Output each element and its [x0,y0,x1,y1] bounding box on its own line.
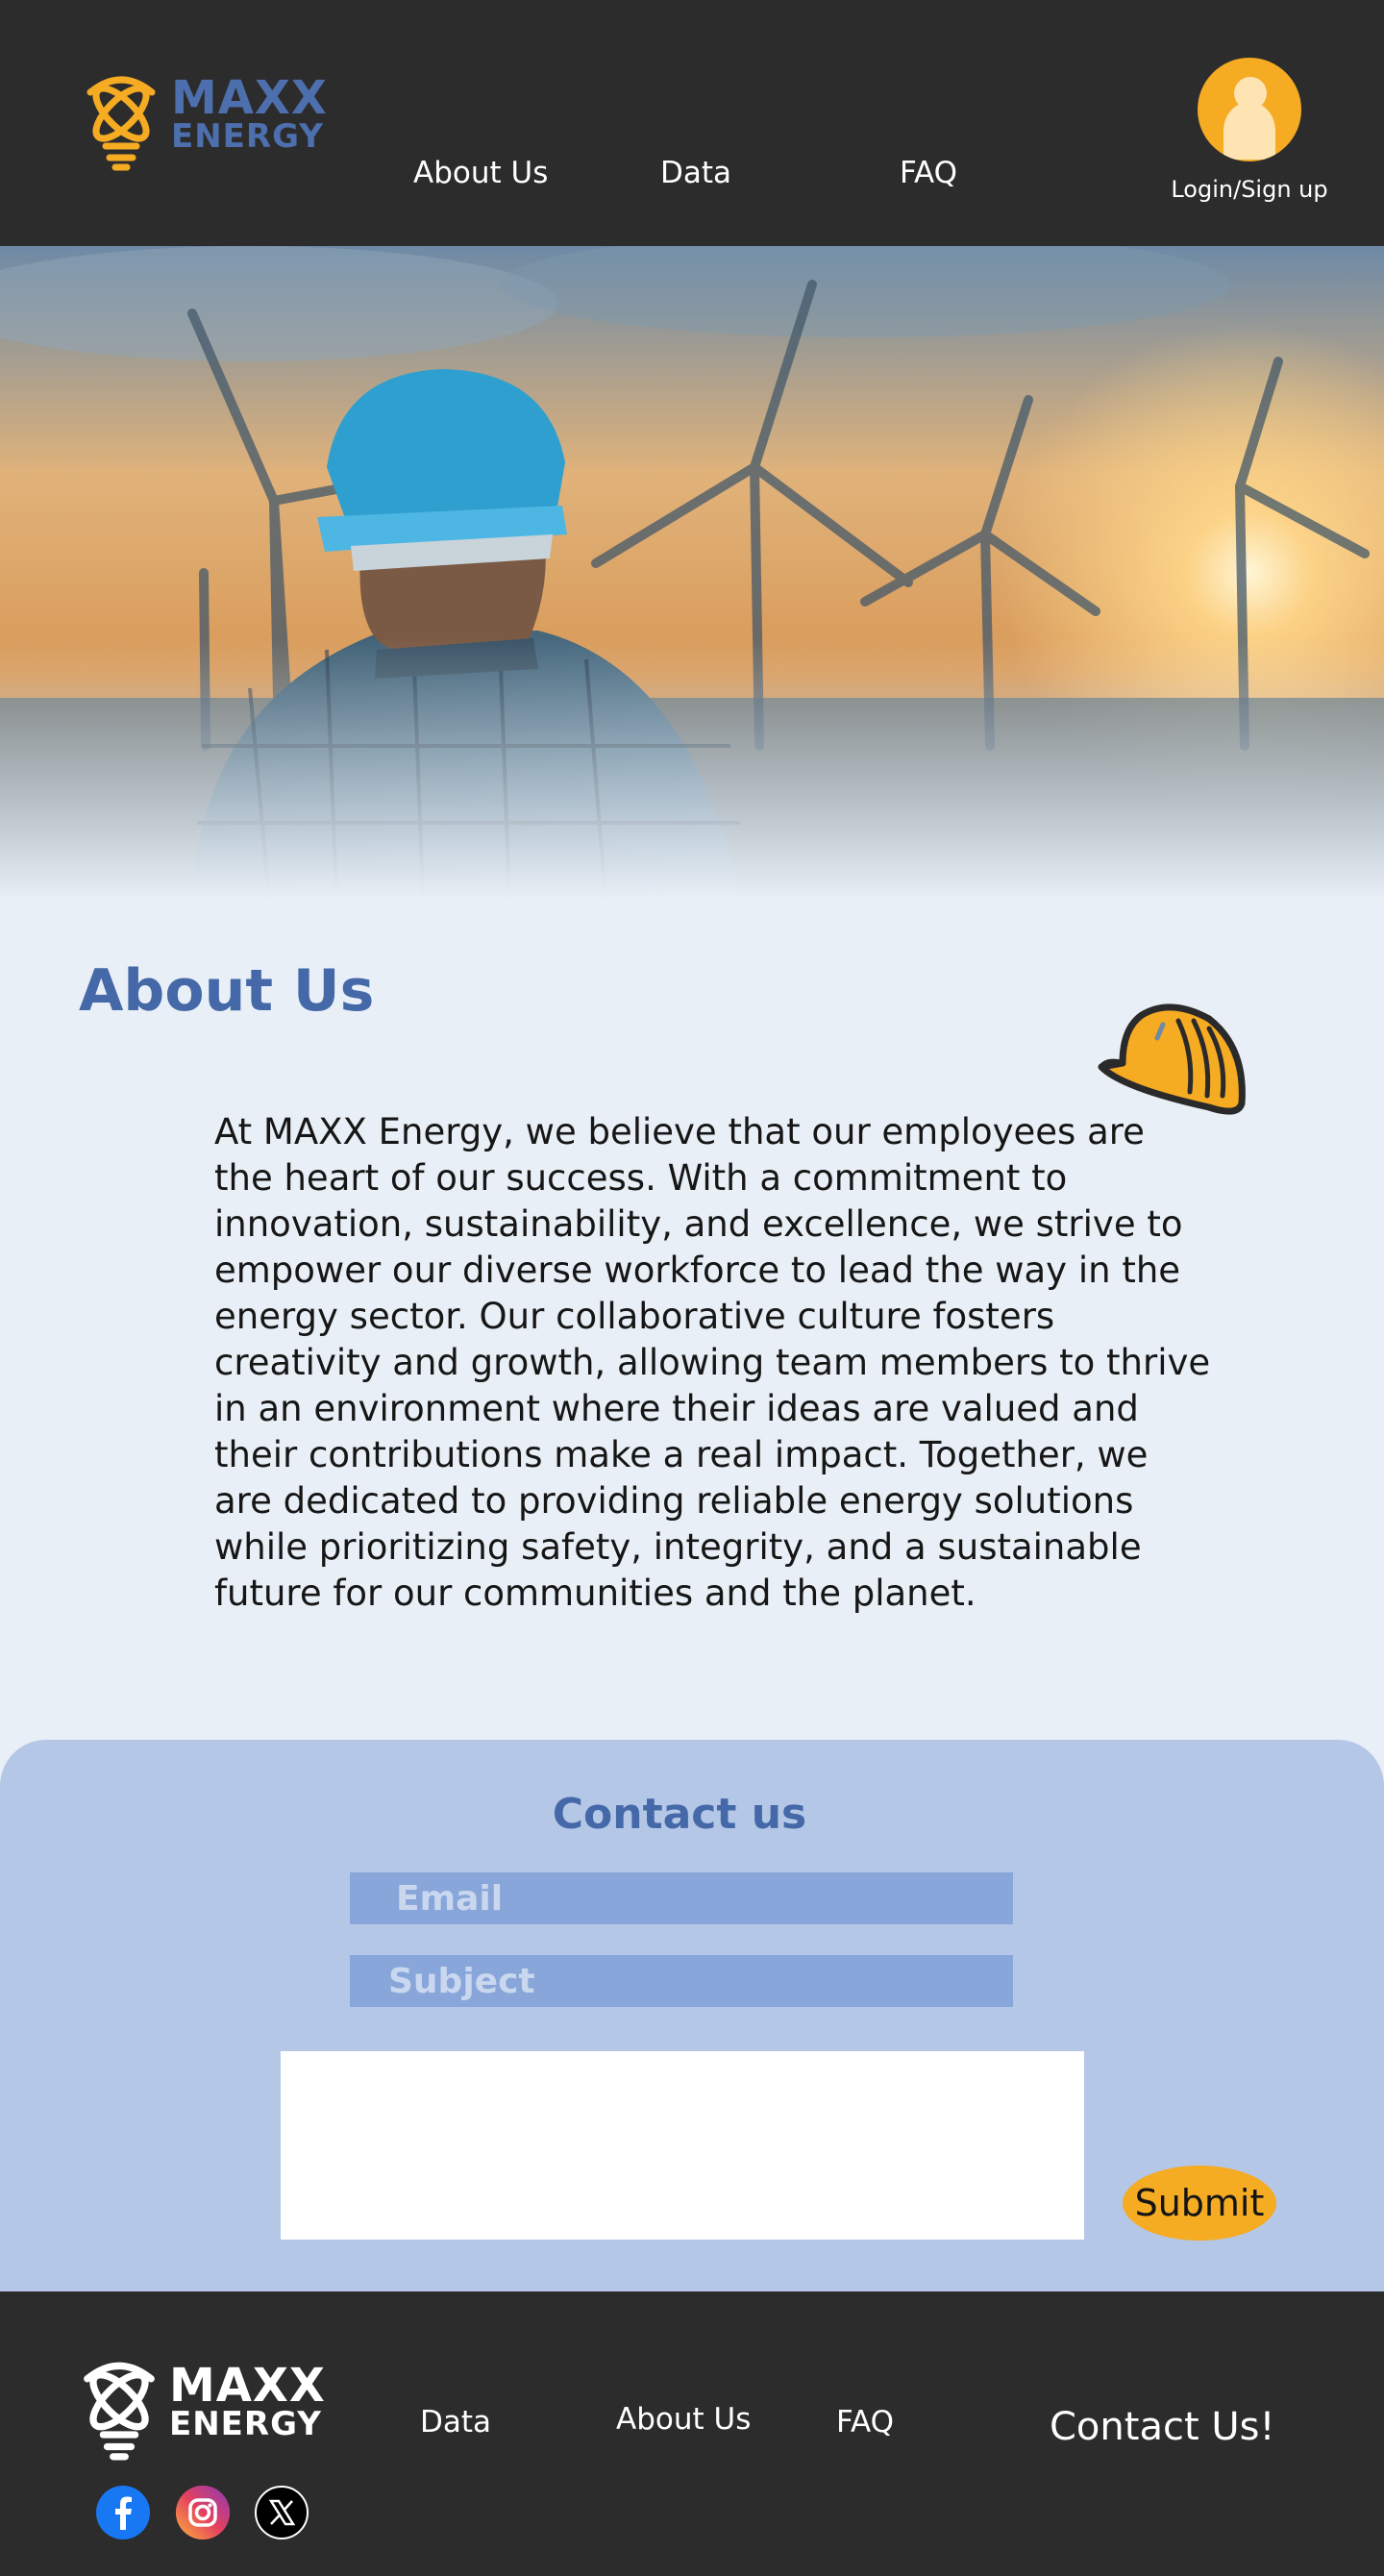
nav-about-us[interactable]: About Us [413,156,548,190]
message-textarea[interactable] [281,2051,1084,2240]
logo-line1: MAXX [171,71,328,125]
subject-field[interactable] [350,1955,1013,2007]
logo-wordmark: MAXX ENERGY [171,71,328,156]
hard-hat-icon [1098,1003,1246,1115]
maxx-energy-logo[interactable]: MAXX ENERGY [77,71,336,171]
footer-link-data[interactable]: Data [420,2405,491,2440]
footer-logo-line2: ENERGY [169,2404,322,2443]
nav-faq[interactable]: FAQ [900,156,957,190]
login-signup-link[interactable]: Login/Sign up [1163,176,1336,203]
contact-us-heading: Contact us [552,1790,807,1839]
x-icon[interactable] [255,2486,309,2539]
email-field[interactable] [350,1872,1013,1924]
bulb-logo-icon [86,76,156,171]
footer-link-faq[interactable]: FAQ [836,2405,894,2440]
instagram-icon[interactable] [176,2486,230,2539]
nav-data[interactable]: Data [660,156,731,190]
footer-contact-us-link[interactable]: Contact Us! [1050,2405,1275,2449]
site-header: MAXX ENERGY About Us Data FAQ Login/Sign… [0,0,1384,246]
submit-button[interactable]: Submit [1123,2166,1276,2241]
contact-section: Contact us Submit [0,1740,1384,2291]
logo-line2: ENERGY [171,116,324,156]
site-footer: MAXX ENERGY Data About Us FAQ Contact Us… [0,2291,1384,2576]
hero-image-worker-wind-turbines [0,246,1384,900]
about-us-heading: About Us [79,957,375,1025]
bulb-logo-icon [84,2362,155,2461]
footer-link-about-us[interactable]: About Us [616,2402,751,2437]
facebook-icon[interactable] [96,2486,150,2539]
footer-logo-wordmark: MAXX ENERGY [169,2359,326,2443]
footer-logo[interactable]: MAXX ENERGY [73,2357,333,2461]
about-us-paragraph: At MAXX Energy, we believe that our empl… [214,1111,1211,1614]
user-avatar-icon[interactable] [1198,58,1301,161]
footer-logo-line1: MAXX [169,2359,326,2413]
